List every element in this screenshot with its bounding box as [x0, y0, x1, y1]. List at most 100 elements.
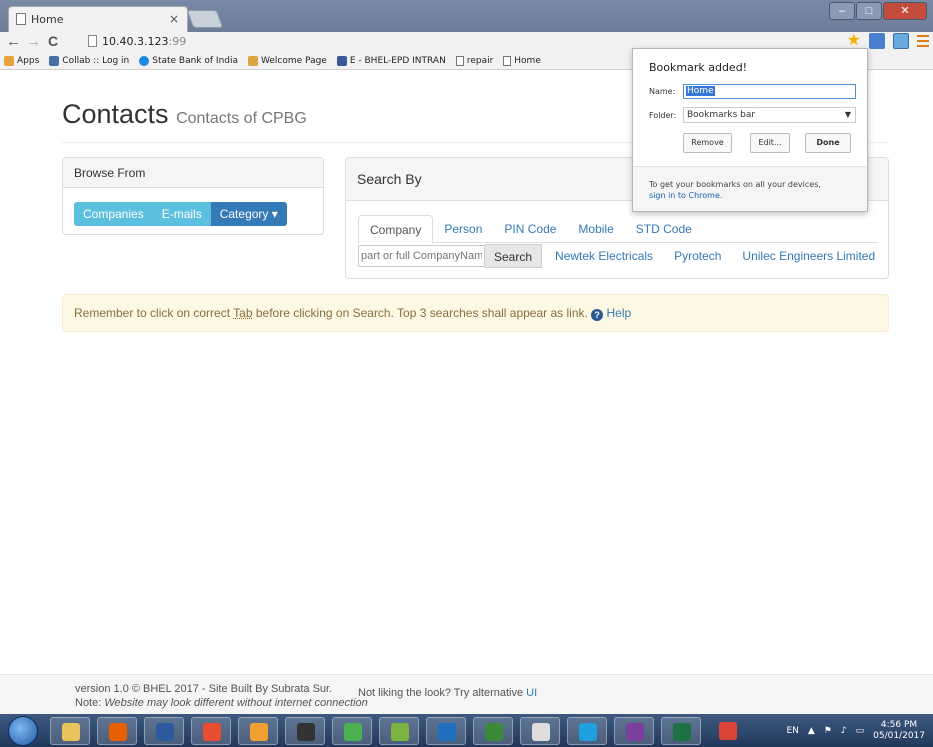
bookmark-added-popup: Bookmark added! Name: Home Folder: Bookm…	[632, 48, 868, 212]
page-title: Contacts Contacts of CPBG	[62, 99, 307, 129]
alternative-ui-link[interactable]: UI	[526, 687, 537, 699]
remove-button[interactable]: Remove	[683, 133, 732, 153]
extension-2-icon[interactable]	[893, 33, 909, 49]
done-button[interactable]: Done	[805, 133, 851, 153]
version-text: version 1.0 © BHEL 2017 - Site Built By …	[75, 683, 333, 695]
taskbar-app-outlook[interactable]	[426, 717, 466, 745]
taskbar-app-powershell[interactable]	[144, 717, 184, 745]
taskbar-app-firefox[interactable]	[97, 717, 137, 745]
quick-link-newtek[interactable]: Newtek Electricals	[555, 249, 653, 263]
footer-note: Note: Website may look different without…	[75, 697, 368, 709]
page-icon	[16, 13, 26, 25]
bookmark-sbi[interactable]: State Bank of India	[139, 55, 238, 66]
apps-grid-icon	[4, 55, 14, 66]
taskbar-app-tex[interactable]	[520, 717, 560, 745]
quick-link-unilec[interactable]: Unilec Engineers Limited	[742, 249, 875, 263]
taskbar-app-excel[interactable]	[661, 717, 701, 745]
tab-mobile[interactable]: Mobile	[567, 215, 624, 242]
edit-button[interactable]: Edit...	[750, 133, 790, 153]
bookmark-intranet[interactable]: E - BHEL-EPD INTRAN	[336, 55, 446, 66]
tab-abbreviation: Tab	[233, 306, 253, 320]
taskbar-app-media[interactable]	[332, 717, 372, 745]
close-tab-icon[interactable]: ×	[169, 12, 179, 26]
bookmark-name-field[interactable]: Home	[683, 84, 856, 99]
search-tabs: Company Person PIN Code Mobile STD Code	[358, 215, 878, 244]
clock[interactable]: 4:56 PM 05/01/2017	[873, 720, 925, 742]
taskbar-app-chrome[interactable]	[708, 717, 748, 745]
page-icon	[503, 55, 512, 66]
chrome-icon	[719, 722, 737, 740]
help-link[interactable]: ? Help	[591, 306, 631, 321]
welcome-icon	[248, 55, 259, 66]
language-indicator[interactable]: EN	[786, 726, 798, 736]
folder-select[interactable]: Bookmarks bar ▼	[683, 107, 856, 123]
system-tray: EN ▲ ⚑ ♪ ▭ 4:56 PM 05/01/2017	[786, 714, 925, 747]
browse-panel: Browse From Companies E-mails Category ▾	[62, 157, 324, 235]
tray-expand-icon[interactable]: ▲	[808, 726, 815, 736]
mail-icon	[49, 55, 60, 66]
back-arrow-icon[interactable]: ←	[6, 33, 21, 50]
bookmark-home[interactable]: Home	[503, 55, 541, 66]
forward-arrow-icon[interactable]: →	[26, 33, 41, 50]
explorer-icon	[62, 723, 80, 741]
emails-button[interactable]: E-mails	[152, 202, 211, 226]
tab-pin-code[interactable]: PIN Code	[493, 215, 567, 242]
taskbar-app-explorer[interactable]	[50, 717, 90, 745]
url-host: 10.40.3.123	[102, 35, 169, 48]
start-button-icon[interactable]	[8, 716, 38, 746]
sbi-icon	[139, 55, 150, 66]
companies-button[interactable]: Companies	[74, 202, 153, 226]
taskbar-app-android[interactable]	[379, 717, 419, 745]
quick-link-pyrotech[interactable]: Pyrotech	[674, 249, 721, 263]
page-footer: version 1.0 © BHEL 2017 - Site Built By …	[0, 674, 933, 714]
bookmark-apps[interactable]: Apps	[4, 55, 39, 66]
chrome-menu-icon[interactable]	[917, 34, 929, 48]
android-icon	[391, 723, 409, 741]
bookmark-star-icon[interactable]: ★	[847, 33, 861, 49]
taskbar-app-onenote[interactable]	[614, 717, 654, 745]
page-icon	[455, 55, 464, 66]
minimize-button[interactable]: –	[829, 2, 855, 20]
terminal-icon	[297, 723, 315, 741]
hs-icon	[250, 723, 268, 741]
tab-company[interactable]: Company	[358, 215, 434, 244]
network-icon[interactable]: ▭	[856, 726, 865, 736]
close-window-button[interactable]: ✕	[883, 2, 927, 20]
help-icon: ?	[591, 309, 604, 321]
taskbar-app-git[interactable]	[191, 717, 231, 745]
browser-tab[interactable]: Home ×	[8, 6, 188, 32]
tab-std-code[interactable]: STD Code	[625, 215, 703, 242]
name-label: Name:	[649, 87, 676, 96]
reload-icon[interactable]: C	[48, 33, 58, 49]
chevron-down-icon: ▼	[844, 110, 851, 119]
alternative-ui-text: Not liking the look? Try alternative UI	[358, 687, 538, 699]
taskbar-app-terminal[interactable]	[285, 717, 325, 745]
project-icon	[485, 723, 503, 741]
intranet-icon	[336, 55, 347, 66]
taskbar-app-project[interactable]	[473, 717, 513, 745]
sync-promo: To get your bookmarks on all your device…	[633, 167, 867, 211]
company-search-input[interactable]	[358, 245, 485, 267]
new-tab-button[interactable]	[186, 10, 224, 28]
maximize-button[interactable]: □	[856, 2, 882, 20]
onenote-icon	[626, 723, 644, 741]
volume-icon[interactable]: ♪	[841, 726, 847, 736]
excel-icon	[673, 723, 691, 741]
bookmark-repair[interactable]: repair	[455, 55, 493, 66]
browse-heading: Browse From	[63, 158, 323, 188]
bookmark-welcome[interactable]: Welcome Page	[248, 55, 327, 66]
taskbar-app-hs[interactable]	[238, 717, 278, 745]
extension-icon[interactable]	[869, 33, 885, 49]
popup-title: Bookmark added!	[649, 61, 748, 74]
tex-icon	[532, 723, 550, 741]
flag-icon[interactable]: ⚑	[824, 726, 832, 736]
category-dropdown-button[interactable]: Category ▾	[210, 202, 287, 226]
search-button[interactable]: Search	[485, 244, 543, 268]
bookmark-collab[interactable]: Collab :: Log in	[49, 55, 129, 66]
taskbar-app-ie[interactable]	[567, 717, 607, 745]
folder-label: Folder:	[649, 111, 677, 120]
tab-person[interactable]: Person	[433, 215, 493, 242]
page-info-icon[interactable]	[88, 35, 97, 47]
git-icon	[203, 723, 221, 741]
sign-in-link[interactable]: sign in to Chrome.	[649, 191, 722, 200]
